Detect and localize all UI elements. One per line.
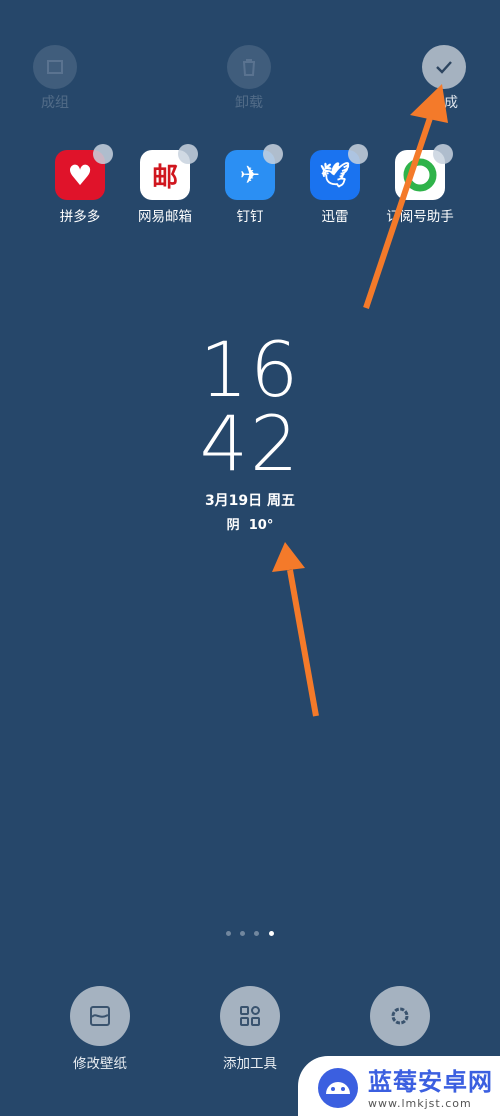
widgets-icon	[240, 1006, 260, 1026]
page-dot[interactable]	[254, 931, 259, 936]
wallpaper-label: 修改壁纸	[73, 1056, 127, 1072]
page-dot[interactable]	[226, 931, 231, 936]
page-dot-active[interactable]	[269, 931, 274, 936]
desktop-settings-button[interactable]	[370, 986, 430, 1046]
add-widget-label: 添加工具	[223, 1056, 277, 1072]
watermark-name: 蓝莓安卓网	[368, 1068, 493, 1096]
android-logo-icon	[318, 1068, 358, 1108]
arrowhead	[272, 542, 305, 572]
add-widget-button[interactable]	[220, 986, 280, 1046]
watermark: 蓝莓安卓网 www.lmkjst.com	[298, 1056, 500, 1116]
arrow-to-done	[363, 111, 435, 309]
annotation-arrows	[272, 84, 448, 717]
gear-icon	[391, 1007, 409, 1025]
arrow-to-clock	[287, 569, 319, 717]
wallpaper-icon	[90, 1006, 110, 1026]
arrowhead	[410, 84, 448, 123]
watermark-url: www.lmkjst.com	[368, 1097, 472, 1110]
page-dot[interactable]	[240, 931, 245, 936]
wallpaper-button[interactable]	[70, 986, 130, 1046]
